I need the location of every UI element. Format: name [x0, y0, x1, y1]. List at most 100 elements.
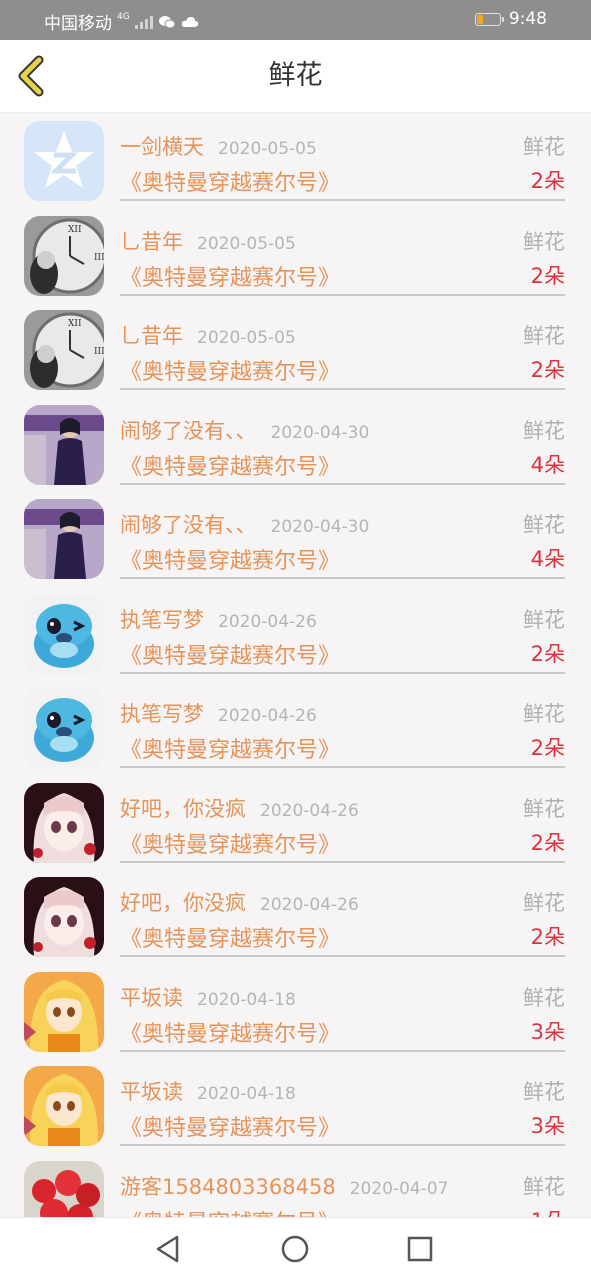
flower-record-row[interactable]: XII III 乚昔年 2020-05-05 鲜花 《奥特曼穿越赛尔号》 2朵: [0, 208, 591, 303]
flower-count: 2朵: [530, 925, 565, 949]
battery-level: [476, 14, 483, 24]
user-name-text: 平坂读: [120, 985, 183, 1010]
clock: 9:48: [508, 9, 547, 29]
user-name[interactable]: 平坂读 2020-04-18: [120, 1076, 296, 1106]
avatar[interactable]: XII III: [24, 215, 104, 296]
user-name-text: 闹够了没有、、: [120, 513, 257, 537]
divider: [120, 199, 565, 201]
avatar[interactable]: [24, 1160, 104, 1217]
flower-record-row[interactable]: 执笔写梦 2020-04-26 鲜花 《奥特曼穿越赛尔号》 2朵: [0, 680, 591, 775]
user-name-text: 乚昔年: [120, 324, 183, 348]
book-title[interactable]: 《奥特曼穿越赛尔号》: [120, 165, 340, 197]
avatar[interactable]: [24, 971, 104, 1052]
gift-type: 鲜花: [523, 796, 565, 821]
user-name-text: 闹够了没有、、: [120, 418, 257, 443]
flower-count: 4朵: [530, 452, 565, 477]
book-title[interactable]: 《奥特曼穿越赛尔号》: [120, 1016, 340, 1048]
user-name-text: 执笔写梦: [120, 607, 204, 632]
book-title[interactable]: 《奥特曼穿越赛尔号》: [120, 638, 340, 670]
flower-record-row[interactable]: 闹够了没有、、 2020-04-30 鲜花 《奥特曼穿越赛尔号》 4朵: [0, 397, 591, 492]
carrier-label: 中国移动: [44, 14, 112, 34]
divider: [120, 577, 565, 579]
gift-type: 鲜花: [523, 891, 565, 915]
user-name[interactable]: 闹够了没有、、 2020-04-30: [120, 509, 369, 539]
svg-text:XII: XII: [68, 319, 82, 329]
gift-type: 鲜花: [523, 985, 565, 1010]
flower-count: 3朵: [530, 1114, 565, 1138]
status-left: 中国移动 4G: [44, 9, 199, 34]
flower-count: 2朵: [530, 830, 565, 855]
book-title[interactable]: 《奥特曼穿越赛尔号》: [120, 449, 340, 481]
gift-type: 鲜花: [523, 607, 565, 632]
gift-type: 鲜花: [523, 324, 565, 348]
clock-photo-avatar: XII III: [24, 215, 104, 296]
user-name[interactable]: 执笔写梦 2020-04-26: [120, 604, 317, 634]
gift-type: 鲜花: [523, 702, 565, 726]
book-title[interactable]: 《奥特曼穿越赛尔号》: [120, 354, 340, 386]
book-title[interactable]: 《奥特曼穿越赛尔号》: [120, 543, 340, 575]
divider: [120, 955, 565, 957]
book-title[interactable]: 《奥特曼穿越赛尔号》: [120, 1110, 340, 1142]
gift-date: 2020-04-18: [197, 989, 296, 1010]
user-name-text: 一剑横天: [120, 135, 204, 159]
avatar[interactable]: XII III: [24, 310, 104, 390]
user-name[interactable]: 好吧，你没疯 2020-04-26: [120, 887, 359, 917]
flower-record-row[interactable]: XII III 乚昔年 2020-05-05 鲜花 《奥特曼穿越赛尔号》 2朵: [0, 302, 591, 397]
flower-record-row[interactable]: 一剑横天 2020-05-05 鲜花 《奥特曼穿越赛尔号》 2朵: [0, 113, 591, 208]
avatar[interactable]: [24, 593, 104, 674]
user-name[interactable]: 闹够了没有、、 2020-04-30: [120, 415, 369, 445]
book-title[interactable]: 《奥特曼穿越赛尔号》: [120, 827, 340, 859]
divider: [120, 1049, 565, 1052]
avatar[interactable]: [24, 1066, 104, 1146]
gift-date: 2020-04-18: [197, 1084, 296, 1104]
avatar[interactable]: [24, 499, 104, 579]
flower-record-list[interactable]: 一剑横天 2020-05-05 鲜花 《奥特曼穿越赛尔号》 2朵 XII III 乚昔年 202…: [0, 113, 591, 1217]
recents-square-icon[interactable]: [403, 1232, 437, 1266]
flower-record-row[interactable]: 平坂读 2020-04-18 鲜花 《奥特曼穿越赛尔号》 3朵: [0, 1058, 591, 1153]
user-name[interactable]: 执笔写梦 2020-04-26: [120, 698, 317, 728]
book-title[interactable]: 《奥特曼穿越赛尔号》: [120, 732, 340, 764]
blue-cartoon-avatar: [24, 688, 104, 768]
gift-date: 2020-05-05: [218, 139, 317, 159]
user-name[interactable]: 游客1584803368458 2020-04-07: [120, 1171, 449, 1201]
gift-type: 鲜花: [523, 135, 565, 159]
girl-photo-avatar: [24, 499, 104, 579]
avatar[interactable]: [24, 121, 104, 201]
user-name-text: 执笔写梦: [120, 702, 204, 726]
user-name[interactable]: 平坂读 2020-04-18: [120, 982, 296, 1012]
flower-record-row[interactable]: 好吧，你没疯 2020-04-26 鲜花《奥特曼穿越赛尔号》 2朵: [0, 869, 591, 964]
flower-record-row[interactable]: 平坂读 2020-04-18 鲜花《奥特曼穿越赛尔号》 3朵: [0, 964, 591, 1059]
flower-record-row[interactable]: 执笔写梦 2020-04-26 鲜花 《奥特曼穿越赛尔号》 2朵: [0, 586, 591, 681]
book-title[interactable]: 《奥特曼穿越赛尔号》: [120, 1205, 340, 1218]
flower-record-row[interactable]: 游客1584803368458 2020-04-07 鲜花《奥特曼穿越赛尔号》 1朵: [0, 1153, 591, 1218]
blonde-anime-avatar: [24, 1066, 104, 1146]
qq-star-avatar: [24, 121, 104, 201]
user-name-text: 平坂读: [120, 1080, 183, 1104]
book-title[interactable]: 《奥特曼穿越赛尔号》: [120, 260, 340, 292]
user-name[interactable]: 乚昔年 2020-05-05: [120, 320, 296, 350]
avatar[interactable]: [24, 782, 104, 863]
network-type: 4G: [117, 12, 130, 22]
avatar[interactable]: [24, 877, 104, 957]
flower-count: 1朵: [531, 1205, 565, 1218]
book-title[interactable]: 《奥特曼穿越赛尔号》: [120, 921, 340, 953]
wechat-icon: [158, 15, 176, 28]
status-bar: 中国移动 4G 9:48: [0, 0, 591, 40]
back-triangle-icon[interactable]: [152, 1232, 186, 1266]
gift-date: 2020-04-30: [270, 422, 370, 443]
avatar[interactable]: [24, 688, 104, 768]
user-name[interactable]: 一剑横天 2020-05-05: [120, 131, 317, 161]
user-name[interactable]: 乚昔年 2020-05-05: [120, 226, 296, 256]
flower-record-row[interactable]: 闹够了没有、、 2020-04-30 鲜花 《奥特曼穿越赛尔号》 4朵: [0, 491, 591, 586]
battery-icon: [474, 12, 504, 26]
home-circle-icon[interactable]: [278, 1232, 312, 1266]
flower-record-row[interactable]: 好吧，你没疯 2020-04-26 鲜花《奥特曼穿越赛尔号》 2朵: [0, 775, 591, 870]
signal-icon: [134, 15, 153, 29]
user-name-text: 乚昔年: [120, 229, 183, 254]
flower-count: 3朵: [530, 1019, 565, 1044]
avatar[interactable]: [24, 404, 104, 485]
user-name[interactable]: 好吧，你没疯 2020-04-26: [120, 793, 359, 823]
anime-girl-avatar: [24, 877, 104, 957]
user-name-text: 好吧，你没疯: [120, 796, 246, 821]
red-flower-avatar: [24, 1160, 104, 1217]
